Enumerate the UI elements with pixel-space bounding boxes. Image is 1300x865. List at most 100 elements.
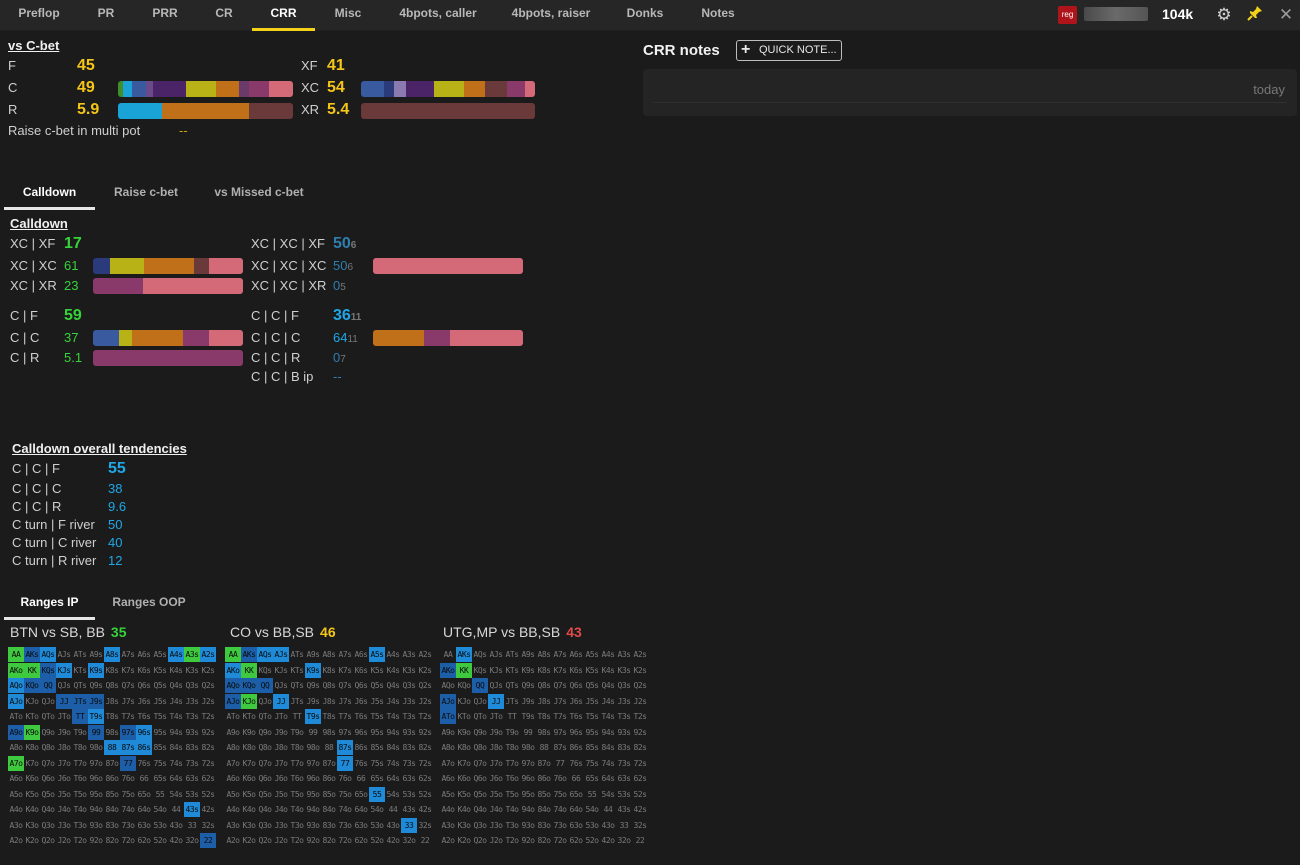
range-cell-Q5s[interactable]: Q5s (369, 678, 385, 693)
range-cell-72o[interactable]: 72o (337, 833, 353, 848)
range-cell-A5s[interactable]: A5s (369, 647, 385, 662)
range-cell-95o[interactable]: 95o (305, 787, 321, 802)
range-cell-K3s[interactable]: K3s (184, 663, 200, 678)
range-cell-K2s[interactable]: K2s (632, 663, 648, 678)
notes-list[interactable]: today (643, 69, 1297, 116)
range-cell-K5s[interactable]: K5s (584, 663, 600, 678)
range-cell-K5s[interactable]: K5s (369, 663, 385, 678)
range-cell-33[interactable]: 33 (616, 818, 632, 833)
range-cell-43o[interactable]: 43o (168, 818, 184, 833)
range-cell-J5o[interactable]: J5o (488, 787, 504, 802)
range-cell-Q4s[interactable]: Q4s (168, 678, 184, 693)
range-cell-JTo[interactable]: JTo (273, 709, 289, 724)
range-cell-44[interactable]: 44 (168, 802, 184, 817)
range-cell-62s[interactable]: 62s (632, 771, 648, 786)
range-cell-42s[interactable]: 42s (417, 802, 433, 817)
range-cell-A9s[interactable]: A9s (305, 647, 321, 662)
range-cell-87o[interactable]: 87o (536, 756, 552, 771)
range-cell-AQs[interactable]: AQs (40, 647, 56, 662)
range-cell-T9s[interactable]: T9s (88, 709, 104, 724)
range-cell-ATs[interactable]: ATs (289, 647, 305, 662)
tab-4bpots-caller[interactable]: 4bpots, caller (392, 0, 484, 31)
range-cell-99[interactable]: 99 (305, 725, 321, 740)
range-cell-72s[interactable]: 72s (632, 756, 648, 771)
range-cell-K8s[interactable]: K8s (104, 663, 120, 678)
range-cell-64o[interactable]: 64o (136, 802, 152, 817)
range-cell-64o[interactable]: 64o (568, 802, 584, 817)
range-cell-J6o[interactable]: J6o (488, 771, 504, 786)
range-cell-T7o[interactable]: T7o (504, 756, 520, 771)
range-cell-96s[interactable]: 96s (353, 725, 369, 740)
range-cell-K5o[interactable]: K5o (456, 787, 472, 802)
range-cell-92o[interactable]: 92o (88, 833, 104, 848)
range-cell-T2s[interactable]: T2s (632, 709, 648, 724)
range-cell-K5o[interactable]: K5o (241, 787, 257, 802)
range-cell-J9s[interactable]: J9s (520, 694, 536, 709)
range-cell-J2o[interactable]: J2o (488, 833, 504, 848)
range-cell-QJo[interactable]: QJo (257, 694, 273, 709)
range-cell-Q3s[interactable]: Q3s (401, 678, 417, 693)
range-cell-K2s[interactable]: K2s (200, 663, 216, 678)
range-cell-T6o[interactable]: T6o (504, 771, 520, 786)
range-cell-93o[interactable]: 93o (88, 818, 104, 833)
range-cell-93s[interactable]: 93s (616, 725, 632, 740)
range-cell-K3o[interactable]: K3o (456, 818, 472, 833)
range-cell-AKo[interactable]: AKo (225, 662, 241, 678)
close-icon[interactable]: ✕ (1276, 5, 1296, 25)
range-cell-83o[interactable]: 83o (536, 818, 552, 833)
range-cell-K4s[interactable]: K4s (600, 663, 616, 678)
range-cell-85s[interactable]: 85s (369, 740, 385, 755)
range-cell-T5s[interactable]: T5s (369, 709, 385, 724)
range-cell-T4o[interactable]: T4o (72, 802, 88, 817)
range-cell-93s[interactable]: 93s (184, 725, 200, 740)
range-cell-32o[interactable]: 32o (401, 833, 417, 848)
range-cell-66[interactable]: 66 (136, 771, 152, 786)
range-cell-T3s[interactable]: T3s (184, 709, 200, 724)
range-cell-T6o[interactable]: T6o (72, 771, 88, 786)
range-cell-A5o[interactable]: A5o (8, 787, 24, 802)
range-cell-Q8o[interactable]: Q8o (40, 740, 56, 755)
range-cell-53s[interactable]: 53s (184, 787, 200, 802)
range-cell-A2o[interactable]: A2o (440, 833, 456, 848)
range-cell-KQo[interactable]: KQo (241, 678, 257, 693)
range-cell-AA[interactable]: AA (225, 647, 241, 662)
range-cell-52o[interactable]: 52o (369, 833, 385, 848)
range-cell-32o[interactable]: 32o (184, 833, 200, 848)
range-cell-52s[interactable]: 52s (417, 787, 433, 802)
range-cell-T6s[interactable]: T6s (568, 709, 584, 724)
range-cell-KTs[interactable]: KTs (72, 663, 88, 678)
range-cell-62o[interactable]: 62o (568, 833, 584, 848)
range-cell-QTs[interactable]: QTs (72, 678, 88, 693)
range-cell-A7s[interactable]: A7s (120, 647, 136, 662)
range-cell-75o[interactable]: 75o (120, 787, 136, 802)
range-cell-85o[interactable]: 85o (536, 787, 552, 802)
tab-raise-cbet[interactable]: Raise c-bet (106, 180, 186, 210)
range-cell-97o[interactable]: 97o (520, 756, 536, 771)
range-cell-82o[interactable]: 82o (321, 833, 337, 848)
range-cell-A5o[interactable]: A5o (225, 787, 241, 802)
range-cell-T2s[interactable]: T2s (200, 709, 216, 724)
range-cell-63s[interactable]: 63s (401, 771, 417, 786)
range-cell-42s[interactable]: 42s (632, 802, 648, 817)
range-cell-93o[interactable]: 93o (305, 818, 321, 833)
range-cell-95o[interactable]: 95o (520, 787, 536, 802)
range-cell-K6s[interactable]: K6s (136, 663, 152, 678)
range-cell-88[interactable]: 88 (321, 740, 337, 755)
range-cell-82o[interactable]: 82o (104, 833, 120, 848)
range-cell-K9o[interactable]: K9o (241, 725, 257, 740)
tab-4bpots-raiser[interactable]: 4bpots, raiser (506, 0, 596, 31)
range-cell-42s[interactable]: 42s (200, 802, 216, 817)
range-cell-86s[interactable]: 86s (568, 740, 584, 755)
range-cell-52s[interactable]: 52s (632, 787, 648, 802)
range-cell-72s[interactable]: 72s (417, 756, 433, 771)
range-cell-K2s[interactable]: K2s (417, 663, 433, 678)
range-cell-KTo[interactable]: KTo (456, 709, 472, 724)
range-cell-QTs[interactable]: QTs (504, 678, 520, 693)
range-cell-93s[interactable]: 93s (401, 725, 417, 740)
range-cell-87o[interactable]: 87o (321, 756, 337, 771)
range-cell-87o[interactable]: 87o (104, 756, 120, 771)
range-cell-Q5o[interactable]: Q5o (472, 787, 488, 802)
range-cell-Q5o[interactable]: Q5o (257, 787, 273, 802)
range-cell-65s[interactable]: 65s (584, 771, 600, 786)
range-cell-KQo[interactable]: KQo (24, 678, 40, 693)
